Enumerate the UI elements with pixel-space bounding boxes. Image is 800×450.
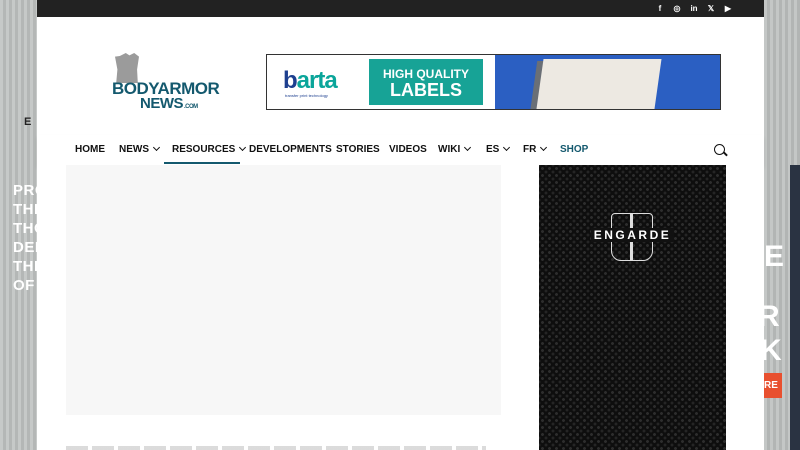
nav-label: WIKI — [438, 144, 461, 155]
nav-item-fr[interactable]: FR — [523, 135, 548, 165]
instagram-icon[interactable]: ◎ — [673, 4, 681, 13]
nav-label: HOME — [75, 144, 105, 155]
nav-label: ES — [486, 144, 500, 155]
nav-item-stories[interactable]: STORIES — [336, 135, 380, 165]
sidebar-ad[interactable]: ENGARDE — [539, 165, 726, 450]
nav-active-indicator — [164, 162, 240, 164]
article-text-preview — [66, 446, 486, 450]
nav-label: FR — [523, 144, 537, 155]
main-content: ENGARDE — [37, 165, 764, 450]
main-nav: HOME NEWS RESOURCES DEVELOPMENTS STORIES… — [37, 135, 764, 165]
background-left-top-text: E — [24, 116, 34, 128]
ad-brand-logo: barta — [283, 67, 338, 95]
sidebar-ad-brand-text: ENGARDE — [590, 228, 675, 242]
site-logo[interactable]: BODYARMOR NEWS.COM — [112, 53, 222, 113]
ad-paper-image — [536, 59, 662, 109]
chevron-down-icon — [239, 143, 247, 152]
background-takeover-right[interactable]: E R K RE — [764, 0, 800, 450]
nav-item-shop[interactable]: SHOP — [560, 135, 588, 165]
ad-label-line2: LABELS — [390, 80, 462, 100]
ad-label-box: HIGH QUALITY LABELS — [369, 59, 483, 105]
social-links: f ◎ in 𝕏 ▶ — [656, 0, 732, 17]
featured-image-placeholder — [66, 165, 501, 415]
facebook-icon[interactable]: f — [656, 4, 664, 13]
nav-item-developments[interactable]: DEVELOPMENTS — [249, 135, 332, 165]
nav-item-videos[interactable]: VIDEOS — [389, 135, 427, 165]
ad-photo — [495, 55, 720, 109]
nav-label: NEWS — [119, 144, 149, 155]
chevron-down-icon — [464, 143, 472, 152]
nav-label: STORIES — [336, 144, 380, 155]
nav-item-resources[interactable]: RESOURCES — [172, 135, 247, 165]
top-bar: f ◎ in 𝕏 ▶ — [37, 0, 764, 17]
sidebar-ad-brand: ENGARDE — [539, 228, 726, 242]
background-right-badge: RE — [764, 373, 782, 398]
logo-news: NEWS — [140, 95, 184, 112]
chevron-down-icon — [503, 143, 511, 152]
nav-item-news[interactable]: NEWS — [119, 135, 161, 165]
nav-label: VIDEOS — [389, 144, 427, 155]
background-right-glyph: K — [764, 334, 782, 367]
search-icon[interactable] — [714, 144, 725, 155]
logo-text-line2: NEWS.COM — [140, 95, 198, 112]
ad-tagline: transfer print technology — [285, 93, 328, 98]
background-right-glyph: R — [764, 300, 780, 333]
nav-item-home[interactable]: HOME — [75, 135, 105, 165]
ad-brand-b: b — [283, 67, 298, 94]
logo-suffix: .COM — [184, 104, 198, 110]
nav-label: DEVELOPMENTS — [249, 144, 332, 155]
ad-brand-rest: arta — [296, 67, 338, 94]
youtube-icon[interactable]: ▶ — [724, 4, 732, 13]
chevron-down-icon — [152, 143, 161, 152]
linkedin-icon[interactable]: in — [690, 4, 698, 13]
nav-item-wiki[interactable]: WIKI — [438, 135, 472, 165]
nav-label: SHOP — [560, 144, 589, 155]
nav-item-es[interactable]: ES — [486, 135, 511, 165]
chevron-down-icon — [540, 143, 548, 152]
nav-label: RESOURCES — [172, 144, 236, 155]
header-ad-banner[interactable]: barta transfer print technology HIGH QUA… — [266, 54, 721, 110]
ad-label-line1: HIGH QUALITY — [383, 67, 469, 81]
background-right-glyph: E — [764, 240, 785, 273]
x-icon[interactable]: 𝕏 — [707, 4, 715, 13]
